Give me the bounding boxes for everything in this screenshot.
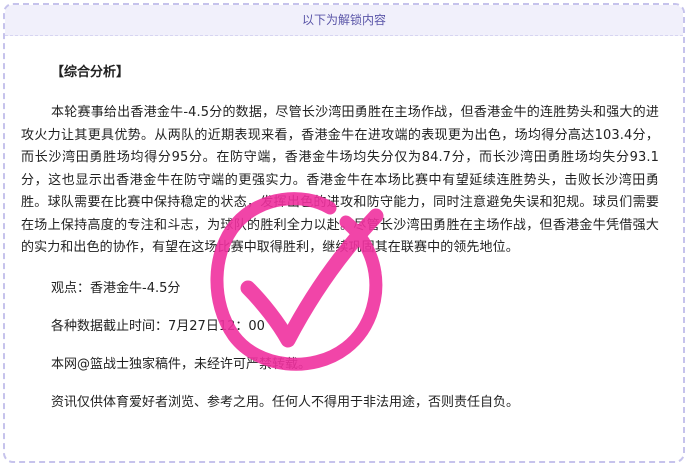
copyright-line: 本网@篮战士独家稿件，未经许可严禁转载。: [51, 356, 312, 372]
article-content: 【综合分析】 本轮赛事给出香港金牛-4.5分的数据，尽管长沙湾田勇胜在主场作战，…: [5, 63, 683, 413]
disclaimer-line: 资讯仅供体育爱好者浏览、参考之用。任何人不得用于非法用途，否则责任自负。: [51, 394, 520, 410]
unlock-banner: 以下为解锁内容: [5, 5, 683, 36]
section-title: 【综合分析】: [51, 65, 130, 80]
analysis-paragraph: 本轮赛事给出香港金牛-4.5分的数据，尽管长沙湾田勇胜在主场作战，但香港金牛的连…: [21, 105, 659, 255]
unlocked-content-box: 以下为解锁内容 【综合分析】 本轮赛事给出香港金牛-4.5分的数据，尽管长沙湾田…: [3, 3, 685, 463]
data-cutoff-line: 各种数据截止时间：7月27日12：00: [51, 318, 265, 334]
viewpoint-line: 观点：香港金牛-4.5分: [51, 280, 181, 296]
